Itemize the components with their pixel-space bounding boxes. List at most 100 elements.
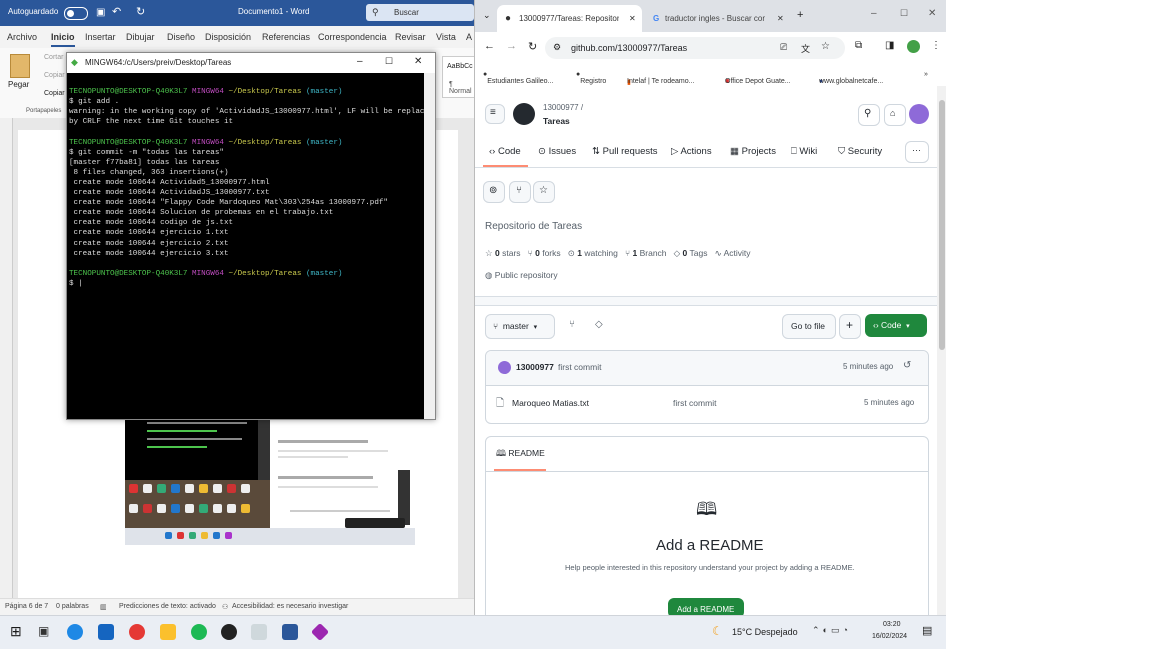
more-tabs-icon[interactable]: ··· xyxy=(905,141,929,163)
repo-name[interactable]: Tareas xyxy=(543,116,570,126)
tab-projects[interactable]: ▦ Projects xyxy=(730,146,776,157)
history-icon[interactable]: ↺ xyxy=(903,360,911,371)
extensions-icon[interactable]: ⧉ xyxy=(855,40,862,51)
git-bash-window[interactable]: ◆ MINGW64:/c/Users/preiv/Desktop/Tareas … xyxy=(66,52,436,420)
tab-code[interactable]: ‹› Code xyxy=(489,146,521,157)
site-info-icon[interactable]: ⚙ xyxy=(553,42,561,53)
page-scrollbar-thumb[interactable] xyxy=(939,100,945,350)
menu-disposicion[interactable]: Disposición xyxy=(205,32,251,42)
add-readme-button[interactable]: Add a README xyxy=(668,598,744,615)
stars-link[interactable]: stars xyxy=(502,248,520,258)
file-name[interactable]: Maroqueo Matias.txt xyxy=(512,398,589,408)
windows-start-icon[interactable]: ⊞ xyxy=(10,623,22,640)
file-row[interactable]: 🗋 Maroqueo Matias.txt first commit 5 min… xyxy=(486,385,928,423)
menu-diseno[interactable]: Diseño xyxy=(167,32,195,42)
watch-button[interactable]: ⊚ xyxy=(483,181,505,203)
branch-link[interactable]: Branch xyxy=(640,248,667,258)
bookmarks-overflow-icon[interactable]: » xyxy=(924,71,928,78)
tab-issues[interactable]: ⊙ Issues xyxy=(538,146,576,157)
committer-avatar[interactable] xyxy=(498,361,511,374)
translate-icon[interactable]: 文 xyxy=(801,42,810,55)
chrome-menu-icon[interactable]: ⋮ xyxy=(931,40,941,51)
sidebar-icon[interactable]: ◨ xyxy=(885,40,894,51)
reload-icon[interactable]: ↻ xyxy=(528,40,537,53)
search-icon[interactable]: ⚲ xyxy=(858,104,880,126)
word-icon[interactable] xyxy=(282,624,298,640)
snipping-tool-icon[interactable] xyxy=(251,624,267,640)
weather-icon[interactable]: ☾ xyxy=(712,624,723,638)
maximize-icon[interactable]: ☐ xyxy=(385,56,393,67)
tab-close-icon[interactable]: ✕ xyxy=(777,14,784,23)
user-avatar[interactable] xyxy=(909,104,929,124)
git-icon[interactable] xyxy=(310,622,330,642)
weather-text[interactable]: 15°C Despejado xyxy=(732,627,798,637)
style-gallery[interactable]: AaBbCc ¶ Normal xyxy=(442,56,474,98)
tags-icon[interactable]: ◇ xyxy=(595,319,603,330)
maximize-icon[interactable]: ☐ xyxy=(900,8,908,19)
forward-icon[interactable]: → xyxy=(506,40,517,52)
tab-github[interactable]: ● 13000977/Tareas: Repositorio d ✕ xyxy=(497,5,642,32)
page-count[interactable]: Página 6 de 7 xyxy=(5,603,48,610)
paste-icon[interactable] xyxy=(10,54,30,78)
minimize-icon[interactable]: – xyxy=(357,56,363,67)
menu-referencias[interactable]: Referencias xyxy=(262,32,310,42)
close-icon[interactable]: ✕ xyxy=(414,56,422,67)
forks-link[interactable]: forks xyxy=(542,248,560,258)
fork-button[interactable]: ⑂ xyxy=(509,181,531,203)
embedded-screenshot[interactable] xyxy=(125,410,415,545)
branches-icon[interactable]: ⑂ xyxy=(569,319,575,330)
repo-owner[interactable]: 13000977 / xyxy=(543,103,583,112)
code-button[interactable]: ‹› Code ▾ xyxy=(865,314,927,337)
close-icon[interactable]: ✕ xyxy=(928,8,936,19)
redo-icon[interactable]: ↻ xyxy=(136,5,145,18)
add-file-button[interactable]: + xyxy=(839,314,861,339)
bookmark-2[interactable]: ● Registro xyxy=(576,71,606,85)
clock-time[interactable]: 03:20 xyxy=(883,621,901,628)
bookmark-1[interactable]: ● Estudiantes Galileo... xyxy=(483,71,553,85)
menu-correspondencia[interactable]: Correspondencia xyxy=(318,32,387,42)
address-bar[interactable]: ⚙ github.com/13000977/Tareas ⎚ 文 ☆ xyxy=(545,37,845,59)
chrome-icon[interactable] xyxy=(129,624,145,640)
terminal-output[interactable]: TECNOPUNTO@DESKTOP-Q40K3L7 MINGW64 ~/Des… xyxy=(67,73,434,419)
media-player-icon[interactable] xyxy=(221,624,237,640)
file-explorer-icon[interactable] xyxy=(160,624,176,640)
paste-label[interactable]: Pegar xyxy=(8,80,29,89)
new-tab-icon[interactable]: + xyxy=(797,9,803,21)
task-view-icon[interactable]: ▣ xyxy=(38,624,49,638)
tab-wiki[interactable]: ⎕ Wiki xyxy=(791,146,817,157)
back-icon[interactable]: ← xyxy=(484,40,495,52)
star-button[interactable]: ☆ xyxy=(533,181,555,203)
profile-avatar[interactable] xyxy=(907,40,920,53)
mail-icon[interactable] xyxy=(98,624,114,640)
spotify-icon[interactable] xyxy=(191,624,207,640)
text-predictions[interactable]: Predicciones de texto: activado xyxy=(119,603,216,610)
bookmark-star-icon[interactable]: ☆ xyxy=(821,41,830,52)
word-search-box[interactable]: ⚲ Buscar xyxy=(366,4,474,21)
notifications-icon[interactable]: ▤ xyxy=(922,624,932,637)
menu-vista[interactable]: Vista xyxy=(436,32,456,42)
watching-link[interactable]: watching xyxy=(584,248,618,258)
tab-security[interactable]: ⛉ Security xyxy=(838,146,882,157)
branch-selector[interactable]: ⑂ master ▾ xyxy=(485,314,555,339)
tab-pull-requests[interactable]: ⇅ Pull requests xyxy=(592,146,658,157)
commit-message[interactable]: first commit xyxy=(558,362,601,372)
system-tray-icons[interactable]: ⌃◐▭◔ xyxy=(812,625,851,636)
menu-inicio[interactable]: Inicio xyxy=(51,32,75,47)
terminal-scrollbar[interactable] xyxy=(424,73,435,419)
edge-icon[interactable] xyxy=(67,624,83,640)
tab-search-icon[interactable]: ⌄ xyxy=(483,10,491,21)
menu-dibujar[interactable]: Dibujar xyxy=(126,32,155,42)
cut-button[interactable]: Cortar xyxy=(44,54,63,61)
save-icon[interactable]: ▣ xyxy=(96,7,105,18)
activity-link[interactable]: Activity xyxy=(724,248,751,258)
accessibility-icon[interactable]: ⚇ xyxy=(222,603,228,611)
github-logo-icon[interactable] xyxy=(513,103,535,125)
format-painter-button[interactable]: Copiar xyxy=(44,90,65,97)
minimize-icon[interactable]: – xyxy=(871,8,877,19)
inbox-icon[interactable]: ⌂ xyxy=(884,104,906,126)
proofing-icon[interactable]: ▥ xyxy=(100,603,107,611)
menu-insertar[interactable]: Insertar xyxy=(85,32,116,42)
tab-close-icon[interactable]: ✕ xyxy=(629,14,636,23)
menu-more[interactable]: A xyxy=(466,32,472,42)
clock-date[interactable]: 16/02/2024 xyxy=(872,633,907,640)
